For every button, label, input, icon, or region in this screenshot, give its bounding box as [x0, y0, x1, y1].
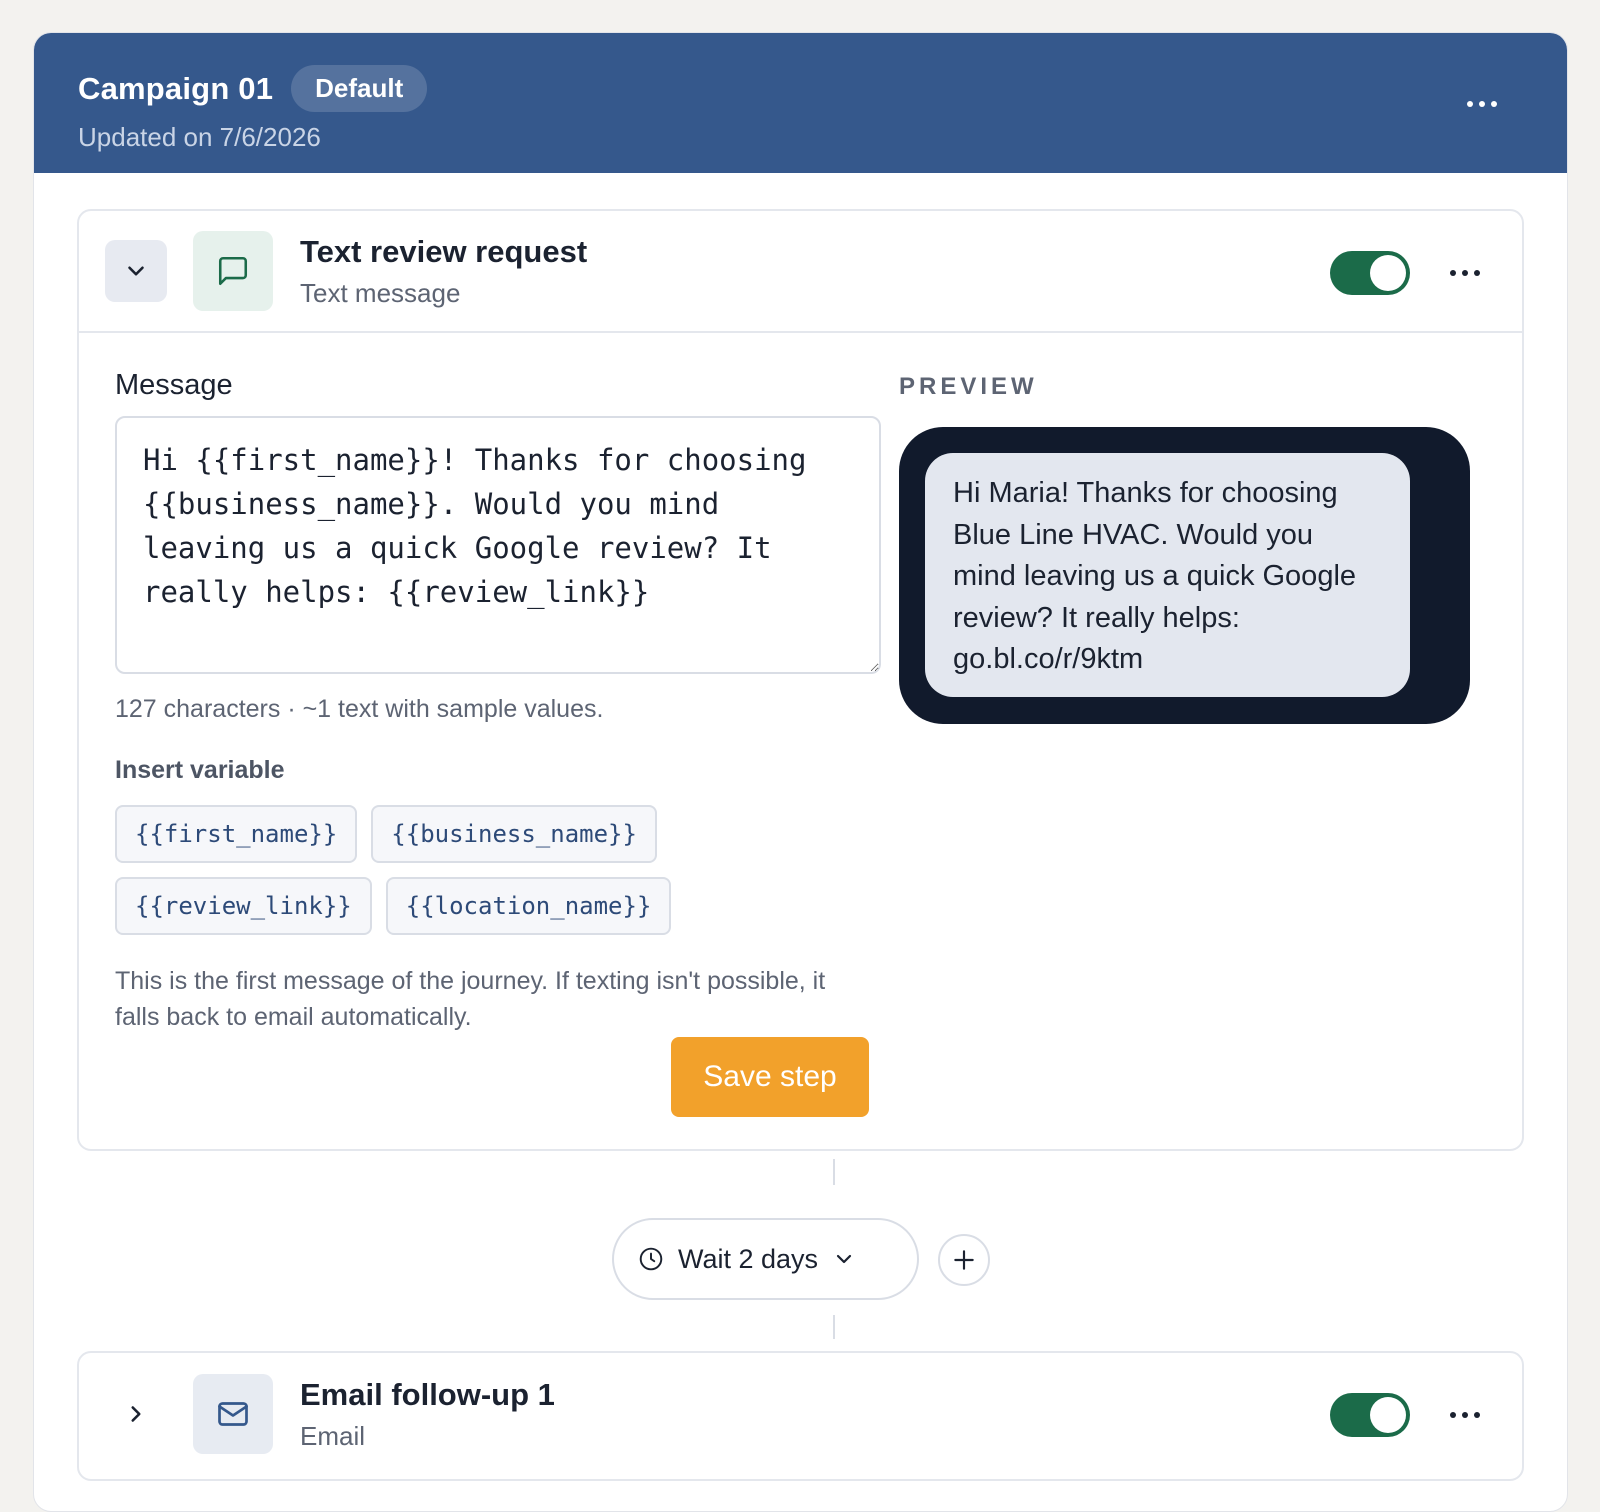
variable-chip-business-name[interactable]: {{business_name}} [371, 805, 657, 863]
connector-line [833, 1159, 835, 1185]
variable-chip-location-name[interactable]: {{location_name}} [385, 877, 672, 935]
variable-chips: {{first_name}} {{business_name}} {{revie… [115, 805, 705, 935]
campaign-more-button[interactable] [1467, 101, 1497, 107]
plus-icon [954, 1250, 974, 1270]
step-header: Email follow-up 1 Email [79, 1353, 1522, 1475]
step-more-button[interactable] [1450, 270, 1480, 276]
preview-panel: PREVIEW Hi Maria! Thanks for choosing Bl… [899, 373, 1470, 724]
character-count: 127 characters · ~1 text with sample val… [115, 695, 604, 723]
step-subtitle: Text message [300, 277, 461, 308]
collapse-step-button[interactable] [105, 240, 167, 302]
step-header: Text review request Text message [79, 211, 1522, 333]
step-enabled-toggle[interactable] [1330, 251, 1410, 295]
default-badge: Default [291, 65, 428, 112]
message-textarea[interactable]: Hi {{first_name}}! Thanks for choosing {… [115, 416, 881, 674]
step-title: Email follow-up 1 [300, 1376, 555, 1412]
more-dot-icon [1479, 101, 1485, 107]
add-step-button[interactable] [938, 1234, 990, 1286]
campaign-title-row: Campaign 01 Default [78, 65, 1523, 112]
more-dot-icon [1450, 1412, 1456, 1418]
wait-label: Wait 2 days [678, 1243, 819, 1274]
step-enabled-toggle[interactable] [1330, 1393, 1410, 1437]
expand-step-button[interactable] [105, 1383, 167, 1445]
variable-chip-first-name[interactable]: {{first_name}} [115, 805, 358, 863]
step-type-icon [193, 231, 273, 311]
sms-bubble: Hi Maria! Thanks for choosing Blue Line … [925, 453, 1410, 697]
variable-chip-review-link[interactable]: {{review_link}} [115, 877, 372, 935]
campaign-card: Campaign 01 Default Updated on 7/6/2026 … [33, 32, 1568, 1512]
clock-icon [639, 1247, 663, 1271]
wait-duration-select[interactable]: Wait 2 days [612, 1218, 919, 1300]
insert-variable-label: Insert variable [115, 756, 285, 784]
step-card-text-review: Text review request Text message Message… [77, 209, 1524, 1151]
toggle-knob [1370, 255, 1406, 291]
step-card-email-follow-up: Email follow-up 1 Email [77, 1351, 1524, 1481]
step-more-button[interactable] [1450, 1412, 1480, 1418]
step-titles: Email follow-up 1 Email [300, 1377, 555, 1452]
message-square-icon [218, 256, 248, 286]
message-label: Message [115, 369, 233, 401]
step-title: Text review request [300, 233, 588, 269]
preview-label: PREVIEW [899, 373, 1038, 400]
more-dot-icon [1491, 101, 1497, 107]
more-dot-icon [1462, 1412, 1468, 1418]
message-editor: Message Hi {{first_name}}! Thanks for ch… [115, 369, 881, 1035]
more-dot-icon [1462, 270, 1468, 276]
chevron-down-icon [128, 266, 144, 276]
journey-note: This is the first message of the journey… [115, 967, 826, 1031]
chevron-right-icon [131, 1406, 141, 1422]
step-type-icon [193, 1374, 273, 1454]
step-subtitle: Email [300, 1420, 366, 1451]
campaign-header: Campaign 01 Default Updated on 7/6/2026 [34, 33, 1567, 173]
updated-date: Updated on 7/6/2026 [78, 122, 321, 152]
save-step-button[interactable]: Save step [671, 1037, 869, 1117]
step-titles: Text review request Text message [300, 234, 587, 309]
more-dot-icon [1450, 270, 1456, 276]
more-dot-icon [1467, 101, 1473, 107]
campaign-title: Campaign 01 [78, 70, 274, 106]
mail-icon [218, 1402, 248, 1426]
more-dot-icon [1474, 1412, 1480, 1418]
chevron-down-icon [836, 1254, 852, 1264]
toggle-knob [1370, 1397, 1406, 1433]
connector-line [833, 1315, 835, 1339]
phone-preview: Hi Maria! Thanks for choosing Blue Line … [899, 427, 1470, 724]
more-dot-icon [1474, 270, 1480, 276]
